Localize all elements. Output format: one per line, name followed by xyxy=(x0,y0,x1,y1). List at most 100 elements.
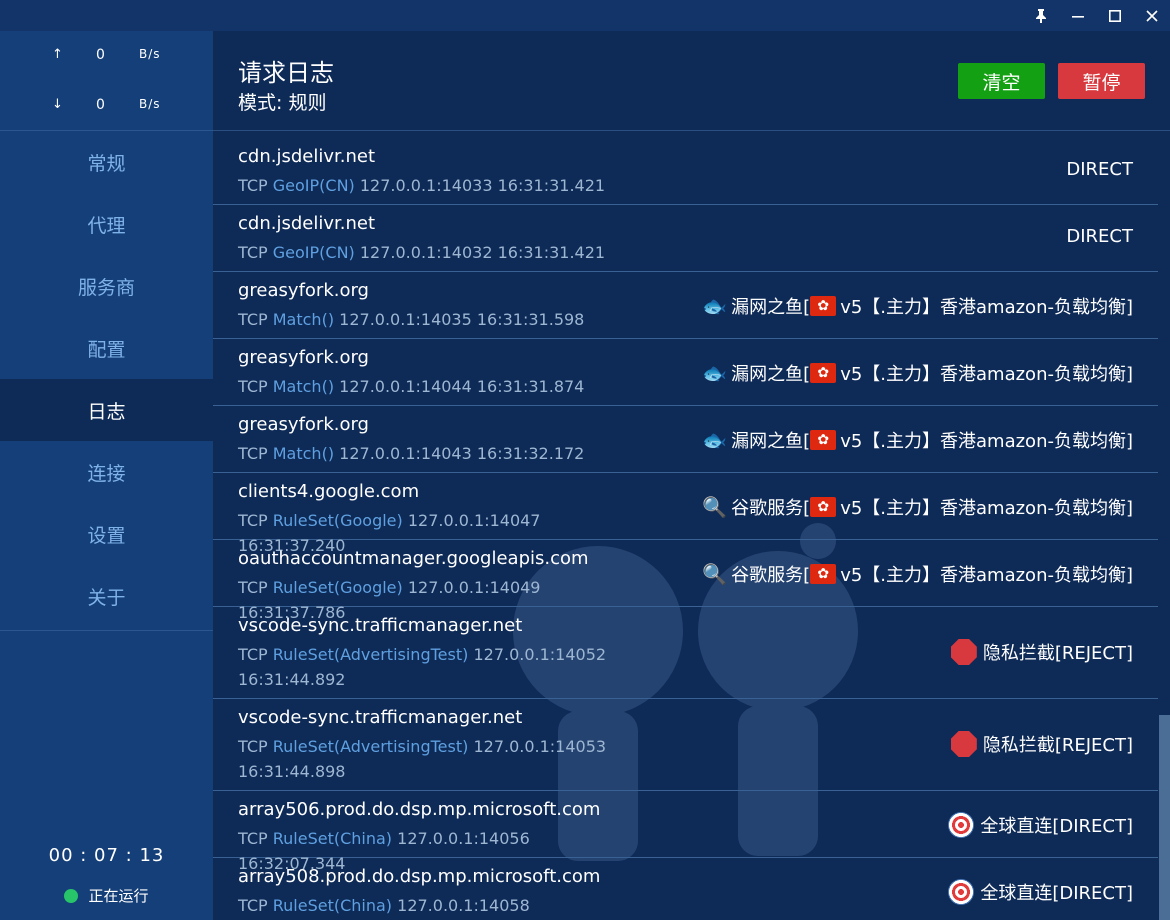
log-row: clients4.google.com TCP RuleSet(Google) 1… xyxy=(213,473,1158,555)
log-proxy: 隐私拦截[REJECT] xyxy=(950,639,1133,665)
log-host: vscode-sync.trafficmanager.net xyxy=(238,615,523,636)
scrollbar-thumb[interactable] xyxy=(1159,715,1170,920)
sidebar: ↑ 0 B/s ↓ 0 B/s 常规 代理 服务商 配置 日志 连接 设置 关于 00 : 0… xyxy=(0,31,213,920)
log-address: 127.0.0.1:14049 xyxy=(407,578,541,597)
log-host: array506.prod.do.dsp.mp.microsoft.com xyxy=(238,799,601,820)
proxy-name: 隐私拦截[REJECT] xyxy=(982,735,1133,756)
log-proxy: 隐私拦截[REJECT] xyxy=(950,731,1133,757)
sidebar-item[interactable]: 日志 xyxy=(0,379,213,441)
upload-speed: ↑ 0 B/s xyxy=(0,47,213,67)
sidebar-item[interactable]: 代理 xyxy=(0,193,213,255)
log-proxy: 🐟 漏网之鱼[✿ v5【.主力】香港amazon-负载均衡] xyxy=(702,427,1133,453)
log-rule: RuleSet(Google) xyxy=(272,511,403,530)
log-meta: TCP Match() 127.0.0.1:14043 16:31:32.172 xyxy=(238,441,638,466)
target-icon xyxy=(948,812,975,838)
clear-button[interactable]: 清空 xyxy=(958,63,1045,99)
log-proxy: 🐟 漏网之鱼[✿ v5【.主力】香港amazon-负载均衡] xyxy=(702,293,1133,319)
log-host: array508.prod.do.dsp.mp.microsoft.com xyxy=(238,866,601,887)
log-address: 127.0.0.1:14053 xyxy=(473,737,607,756)
log-list: cdn.jsdelivr.net TCP GeoIP(CN) 127.0.0.1:… xyxy=(213,138,1158,920)
hk-flag-icon: ✿ xyxy=(810,564,837,584)
log-row: greasyfork.org TCP Match() 127.0.0.1:1404… xyxy=(213,406,1158,473)
run-status: 正在运行 xyxy=(0,885,213,906)
sidebar-nav: 常规 代理 服务商 配置 日志 连接 设置 关于 xyxy=(0,131,213,627)
close-icon[interactable] xyxy=(1133,0,1170,31)
log-proxy: 🔍 谷歌服务[✿ v5【.主力】香港amazon-负载均衡] xyxy=(702,494,1133,520)
sidebar-item[interactable]: 常规 xyxy=(0,131,213,193)
log-row: cdn.jsdelivr.net TCP GeoIP(CN) 127.0.0.1:… xyxy=(213,205,1158,272)
fish-icon: 🐟 xyxy=(702,361,728,385)
log-proxy: 全球直连[DIRECT] xyxy=(948,812,1133,838)
title-bar xyxy=(0,0,1170,31)
log-meta: TCP RuleSet(China) 127.0.0.1:14058 16:32… xyxy=(238,893,638,920)
log-time: 16:31:31.421 xyxy=(497,243,606,262)
log-meta: TCP GeoIP(CN) 127.0.0.1:14033 16:31:31.4… xyxy=(238,173,638,198)
log-address: 127.0.0.1:14035 xyxy=(339,310,472,329)
log-rule: GeoIP(CN) xyxy=(272,176,355,195)
proxy-group: 漏网之鱼[ xyxy=(731,431,811,452)
log-host: clients4.google.com xyxy=(238,481,420,502)
log-meta: TCP Match() 127.0.0.1:14044 16:31:31.874 xyxy=(238,374,638,399)
sidebar-divider xyxy=(0,630,213,631)
log-protocol: TCP xyxy=(238,511,268,530)
log-proxy: 全球直连[DIRECT] xyxy=(948,879,1133,905)
log-time: 16:31:44.892 xyxy=(238,670,346,689)
log-address: 127.0.0.1:14032 xyxy=(359,243,493,262)
log-rule: RuleSet(AdvertisingTest) xyxy=(272,737,469,756)
log-meta: TCP RuleSet(AdvertisingTest) 127.0.0.1:1… xyxy=(238,642,638,692)
download-arrow-icon: ↓ xyxy=(52,97,63,112)
proxy-name: 全球直连[DIRECT] xyxy=(980,883,1133,904)
sidebar-item[interactable]: 设置 xyxy=(0,503,213,565)
proxy-name: DIRECT xyxy=(1066,226,1133,247)
proxy-group: 谷歌服务[ xyxy=(731,565,811,586)
hk-flag-icon: ✿ xyxy=(810,296,837,316)
proxy-name: v5【.主力】香港amazon-负载均衡] xyxy=(840,565,1133,586)
proxy-name: DIRECT xyxy=(1066,159,1133,180)
log-row: greasyfork.org TCP Match() 127.0.0.1:1403… xyxy=(213,272,1158,339)
upload-value: 0 xyxy=(96,47,105,63)
sidebar-item[interactable]: 配置 xyxy=(0,317,213,379)
status-dot-icon xyxy=(64,888,79,903)
log-protocol: TCP xyxy=(238,377,268,396)
log-host: greasyfork.org xyxy=(238,347,369,368)
magnifier-icon: 🔍 xyxy=(702,495,728,519)
fish-icon: 🐟 xyxy=(702,294,728,318)
log-time: 16:31:44.898 xyxy=(238,762,346,781)
log-rule: Match() xyxy=(272,310,335,329)
log-address: 127.0.0.1:14047 xyxy=(407,511,541,530)
download-unit: B/s xyxy=(139,97,161,111)
log-row: cdn.jsdelivr.net TCP GeoIP(CN) 127.0.0.1:… xyxy=(213,138,1158,205)
pause-button[interactable]: 暂停 xyxy=(1058,63,1145,99)
proxy-name: 隐私拦截[REJECT] xyxy=(982,643,1133,664)
log-time: 16:31:32.172 xyxy=(476,444,585,463)
log-rule: RuleSet(AdvertisingTest) xyxy=(272,645,469,664)
log-host: cdn.jsdelivr.net xyxy=(238,146,375,167)
log-row: array508.prod.do.dsp.mp.microsoft.com TCP… xyxy=(213,858,1158,920)
pin-icon[interactable] xyxy=(1022,0,1059,31)
log-address: 127.0.0.1:14058 xyxy=(397,896,530,915)
log-rule: Match() xyxy=(272,377,335,396)
log-proxy: 🐟 漏网之鱼[✿ v5【.主力】香港amazon-负载均衡] xyxy=(702,360,1133,386)
log-rule: GeoIP(CN) xyxy=(272,243,355,262)
log-protocol: TCP xyxy=(238,645,268,664)
magnifier-icon: 🔍 xyxy=(702,562,728,586)
log-meta: TCP RuleSet(AdvertisingTest) 127.0.0.1:1… xyxy=(238,734,638,784)
uptime-timer: 00 : 07 : 13 xyxy=(48,845,165,866)
log-address: 127.0.0.1:14033 xyxy=(359,176,493,195)
log-row: array506.prod.do.dsp.mp.microsoft.com TCP… xyxy=(213,791,1158,873)
sidebar-item[interactable]: 关于 xyxy=(0,565,213,627)
maximize-icon[interactable] xyxy=(1096,0,1133,31)
sidebar-item[interactable]: 连接 xyxy=(0,441,213,503)
minimize-icon[interactable] xyxy=(1059,0,1096,31)
log-row: oauthaccountmanager.googleapis.com TCP Ru… xyxy=(213,540,1158,622)
log-protocol: TCP xyxy=(238,176,268,195)
log-time: 16:31:31.874 xyxy=(476,377,585,396)
log-address: 127.0.0.1:14052 xyxy=(473,645,607,664)
log-rule: RuleSet(China) xyxy=(272,829,393,848)
log-protocol: TCP xyxy=(238,737,268,756)
sidebar-item[interactable]: 服务商 xyxy=(0,255,213,317)
log-host: greasyfork.org xyxy=(238,414,369,435)
upload-arrow-icon: ↑ xyxy=(52,47,63,62)
log-protocol: TCP xyxy=(238,578,268,597)
target-icon xyxy=(948,879,975,905)
